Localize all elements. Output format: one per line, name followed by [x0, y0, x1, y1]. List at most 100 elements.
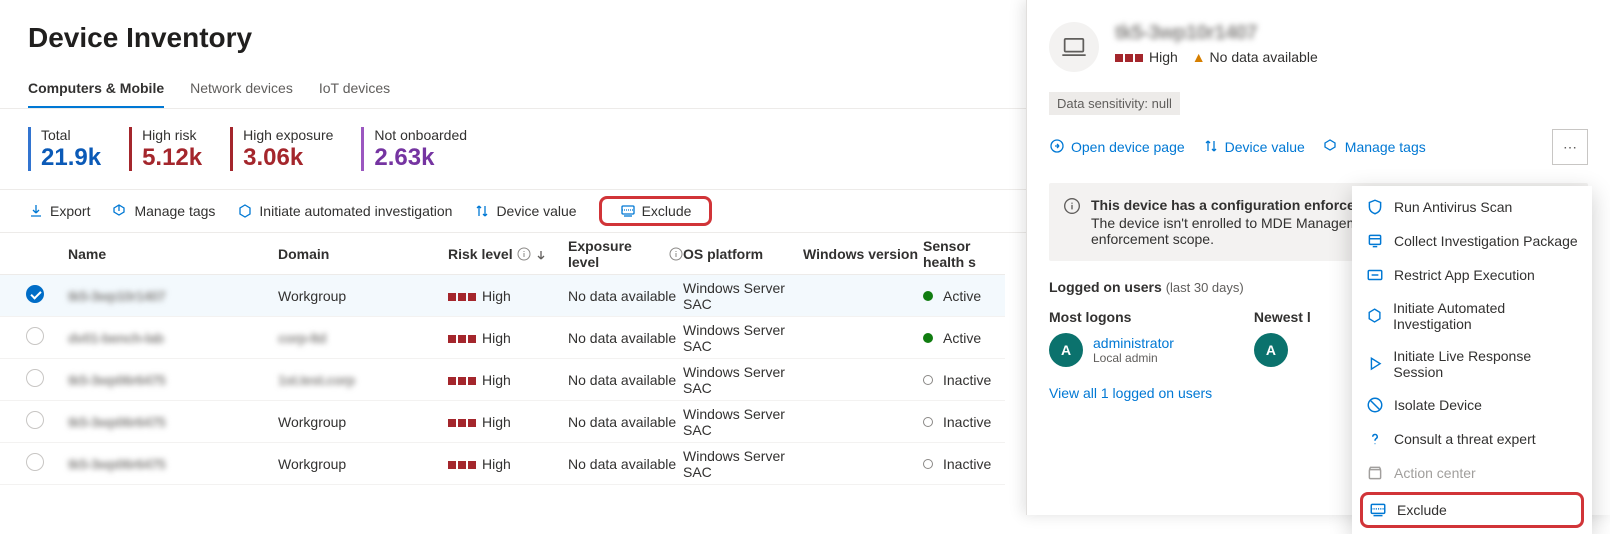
panel-manage-tags-button[interactable]: Manage tags: [1323, 138, 1426, 157]
table-row[interactable]: tk5-3wp06r6475 1st.test.corp High No dat…: [0, 359, 1005, 401]
health-dot-icon: [923, 375, 933, 385]
manage-tags-button[interactable]: Manage tags: [112, 203, 215, 219]
table-row[interactable]: tk5-3wp06r6475 Workgroup High No data av…: [0, 443, 1005, 485]
risk-high-icon: [448, 377, 476, 385]
risk-high-icon: [448, 419, 476, 427]
devices-table: Name Domain Risk level Exposure level OS…: [0, 233, 1005, 485]
menu-item-label: Restrict App Execution: [1394, 267, 1535, 283]
user-link[interactable]: administrator: [1093, 335, 1174, 351]
cell-health: Active: [923, 288, 1013, 304]
menu-item-isolate[interactable]: Isolate Device: [1352, 388, 1592, 422]
avatar: A: [1254, 333, 1288, 367]
menu-item-restrict[interactable]: Restrict App Execution: [1352, 258, 1592, 292]
col-winver[interactable]: Windows version: [803, 246, 923, 262]
health-dot-icon: [923, 333, 933, 343]
cell-exposure: No data available: [568, 330, 683, 346]
restrict-icon: [1366, 266, 1384, 284]
col-os[interactable]: OS platform: [683, 246, 803, 262]
tag-icon: [1323, 138, 1339, 157]
user-entry[interactable]: A administrator Local admin: [1049, 333, 1174, 367]
tab-computers-mobile[interactable]: Computers & Mobile: [28, 76, 164, 108]
sensitivity-tag: Data sensitivity: null: [1049, 92, 1180, 115]
table-row[interactable]: tk5-3wp10r1407 Workgroup High No data av…: [0, 275, 1005, 317]
cell-name: tk5-3wp06r6475: [68, 372, 278, 388]
user-entry[interactable]: A: [1254, 333, 1311, 367]
cell-domain: Workgroup: [278, 456, 448, 472]
stat-high-risk-value: 5.12k: [142, 145, 202, 171]
menu-item-label: Consult a threat expert: [1394, 431, 1536, 447]
export-button[interactable]: Export: [28, 203, 90, 219]
cell-risk: High: [448, 456, 568, 472]
col-domain[interactable]: Domain: [278, 246, 448, 262]
stat-high-exposure[interactable]: High exposure 3.06k: [230, 127, 333, 171]
exclude-button[interactable]: Exclude: [599, 196, 713, 226]
table-row[interactable]: tk5-3wp06r6475 Workgroup High No data av…: [0, 401, 1005, 443]
col-exposure[interactable]: Exposure level: [568, 238, 683, 270]
menu-item-label: Action center: [1394, 465, 1476, 481]
menu-item-live-resp[interactable]: Initiate Live Response Session: [1352, 340, 1592, 388]
logged-users-title: Logged on users: [1049, 279, 1162, 295]
info-icon: [1063, 197, 1081, 247]
cell-risk: High: [448, 372, 568, 388]
avatar: A: [1049, 333, 1083, 367]
menu-item-auto-inv[interactable]: Initiate Automated Investigation: [1352, 292, 1592, 340]
row-checkbox[interactable]: [26, 453, 44, 471]
cell-os: Windows Server SAC: [683, 322, 803, 354]
device-risk: High: [1115, 49, 1178, 65]
menu-item-antivirus[interactable]: Run Antivirus Scan: [1352, 190, 1592, 224]
menu-item-label: Run Antivirus Scan: [1394, 199, 1512, 215]
row-checkbox[interactable]: [26, 369, 44, 387]
stat-high-risk[interactable]: High risk 5.12k: [129, 127, 202, 171]
device-name: tk5-3wp10r1407: [1115, 22, 1588, 45]
cell-domain: 1st.test.corp: [278, 372, 448, 388]
health-dot-icon: [923, 417, 933, 427]
exclude-label: Exclude: [642, 203, 692, 219]
device-value-button[interactable]: Device value: [474, 203, 576, 219]
col-risk[interactable]: Risk level: [448, 246, 568, 262]
menu-item-label: Exclude: [1397, 502, 1447, 518]
cell-name: tk5-3wp06r6475: [68, 456, 278, 472]
stat-total[interactable]: Total 21.9k: [28, 127, 101, 171]
row-checkbox[interactable]: [26, 411, 44, 429]
stat-high-risk-label: High risk: [142, 127, 202, 143]
cell-exposure: No data available: [568, 414, 683, 430]
risk-high-icon: [448, 335, 476, 343]
menu-item-consult[interactable]: Consult a threat expert: [1352, 422, 1592, 456]
tag-icon: [112, 203, 128, 219]
download-icon: [28, 203, 44, 219]
shield-icon: [1366, 198, 1384, 216]
menu-item-exclude[interactable]: Exclude: [1360, 492, 1584, 528]
menu-item-label: Isolate Device: [1394, 397, 1482, 413]
col-health[interactable]: Sensor health s: [923, 238, 1013, 270]
stat-high-exposure-value: 3.06k: [243, 145, 333, 171]
newest-logons-col: Newest l A: [1254, 309, 1311, 367]
cell-health: Active: [923, 330, 1013, 346]
row-checkbox[interactable]: [26, 327, 44, 345]
more-actions-button[interactable]: ⋯: [1552, 129, 1588, 165]
stat-total-value: 21.9k: [41, 145, 101, 171]
manage-tags-label: Manage tags: [134, 203, 215, 219]
menu-item-label: Collect Investigation Package: [1394, 233, 1578, 249]
initiate-investigation-button[interactable]: Initiate automated investigation: [237, 203, 452, 219]
tab-iot-devices[interactable]: IoT devices: [319, 76, 390, 108]
cell-name: dv01-bench-lab: [68, 330, 278, 346]
row-checkbox[interactable]: [26, 285, 44, 303]
sort-arrows-icon: [474, 203, 490, 219]
info-icon: [669, 247, 683, 261]
table-header: Name Domain Risk level Exposure level OS…: [0, 233, 1005, 275]
panel-device-value-button[interactable]: Device value: [1203, 138, 1305, 157]
play-icon: [1366, 355, 1383, 373]
open-device-page-button[interactable]: Open device page: [1049, 138, 1185, 157]
stat-not-onboarded[interactable]: Not onboarded 2.63k: [361, 127, 467, 171]
table-row[interactable]: dv01-bench-lab corp-ltd High No data ava…: [0, 317, 1005, 359]
cell-risk: High: [448, 330, 568, 346]
cell-risk: High: [448, 414, 568, 430]
menu-item-package[interactable]: Collect Investigation Package: [1352, 224, 1592, 258]
device-exposure: ▲ No data available: [1192, 49, 1318, 65]
question-icon: [1366, 430, 1384, 448]
risk-high-icon: [1115, 54, 1143, 62]
col-name[interactable]: Name: [68, 246, 278, 262]
cell-name: tk5-3wp10r1407: [68, 288, 278, 304]
tab-network-devices[interactable]: Network devices: [190, 76, 293, 108]
stat-high-exposure-label: High exposure: [243, 127, 333, 143]
